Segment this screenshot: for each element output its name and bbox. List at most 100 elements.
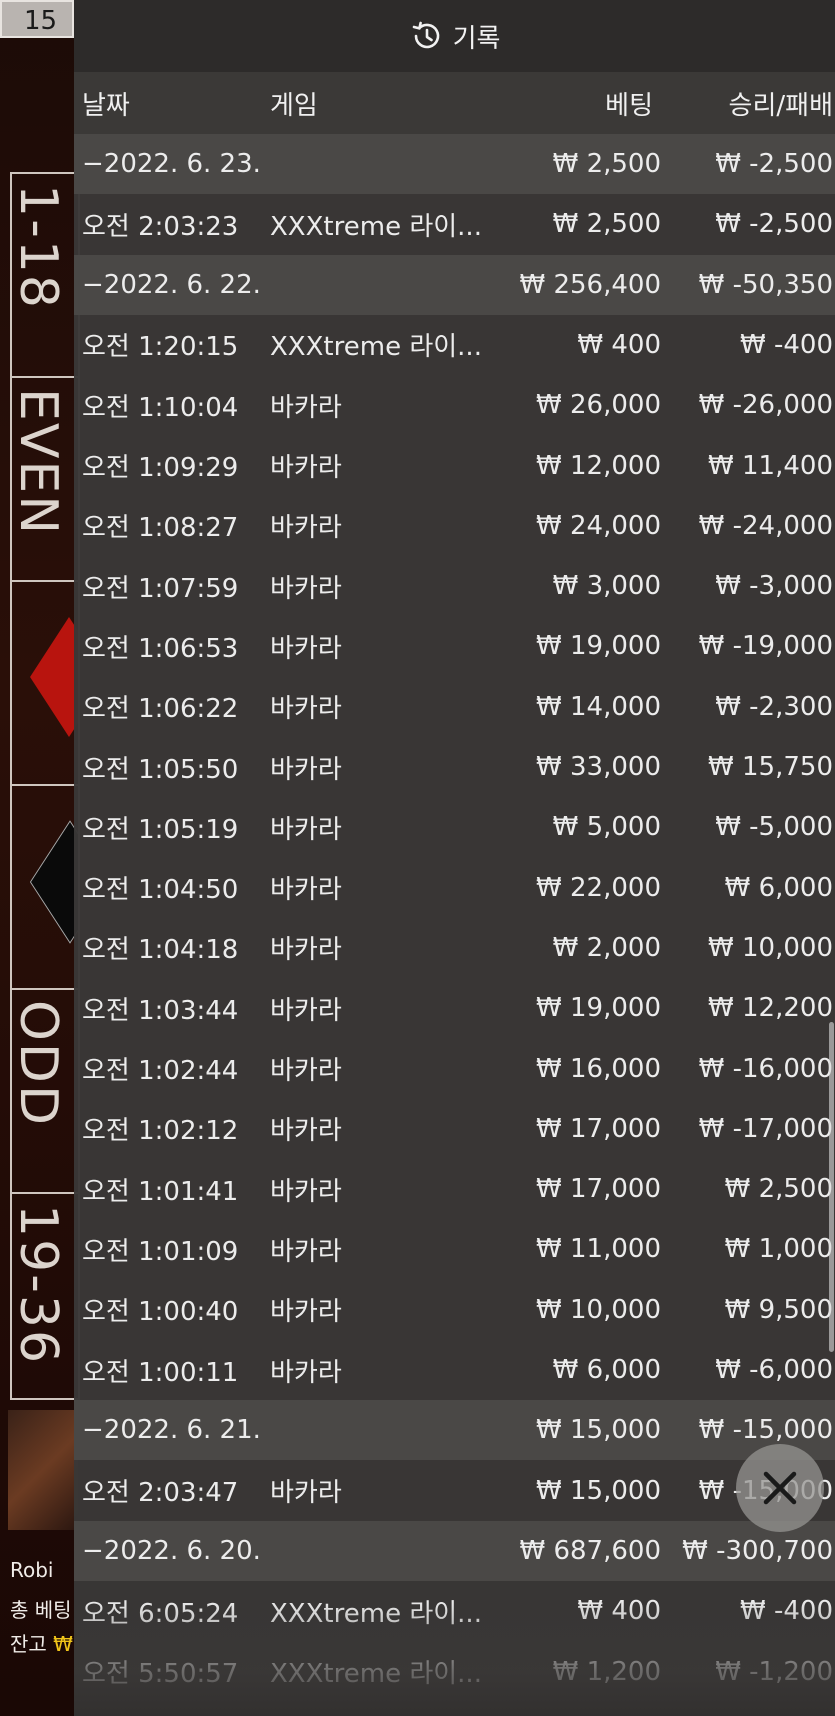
scrollbar[interactable] [829, 1022, 834, 1352]
panel-header: 기록 [74, 0, 835, 72]
bet-spot-red[interactable] [12, 582, 78, 786]
history-row[interactable]: 오전 2:03:47바카라₩ 15,000₩ -15,000 [74, 1461, 835, 1521]
row-result: ₩ -24,000 [698, 510, 833, 541]
group-date: −2022. 6. 22. [82, 269, 261, 300]
row-bet: ₩ 687,600 [519, 1535, 662, 1566]
history-row[interactable]: 오전 1:08:27 바카라 ₩ 24,000 ₩ -24,000 [74, 496, 835, 556]
history-row[interactable]: 오전 1:05:19 바카라 ₩ 5,000 ₩ -5,000 [74, 797, 835, 857]
column-header-game: 게임 [270, 90, 318, 121]
row-game: XXXtreme 라이... [270, 1659, 482, 1689]
row-bet: ₩ 400 [577, 1596, 661, 1627]
row-result: ₩ -2,500 [715, 209, 833, 240]
betting-board: 1-18 EVEN ODD 19-36 [10, 172, 80, 1400]
row-game: 바카라 [270, 754, 342, 785]
row-game: 바카라 [270, 1297, 342, 1328]
row-result: ₩ -400 [740, 329, 833, 360]
black-diamond-icon [29, 820, 78, 944]
bet-spot-label: 1-18 [12, 184, 68, 311]
row-time: 오전 1:05:50 [82, 754, 239, 785]
row-result: ₩ -5,000 [715, 812, 833, 843]
row-time: 오전 1:00:11 [82, 1357, 239, 1388]
bet-spot-black[interactable] [12, 786, 78, 990]
row-result: ₩ -26,000 [698, 390, 833, 421]
history-row[interactable]: 오전 1:05:50 바카라 ₩ 33,000 ₩ 15,750 [74, 737, 835, 797]
group-date: −2022. 6. 23. [82, 149, 261, 179]
history-row[interactable]: 오전 1:01:09 바카라 ₩ 11,000 ₩ 1,000 [74, 1219, 835, 1279]
row-bet: ₩ 2,500 [552, 209, 661, 240]
row-bet: ₩ 15,000 [536, 1475, 661, 1506]
history-row[interactable]: 오전 1:20:15 XXXtreme 라이... ₩ 400 ₩ -400 [74, 315, 835, 375]
bet-spot-label: EVEN [12, 388, 68, 537]
date-group-row[interactable]: −2022. 6. 22. ₩ 256,400 ₩ -50,350 [74, 254, 835, 315]
row-result: ₩ 10,000 [708, 932, 833, 963]
row-time: 오전 1:04:50 [82, 875, 239, 906]
history-row[interactable]: 오전 1:09:29 바카라 ₩ 12,000 ₩ 11,400 [74, 436, 835, 496]
row-result: ₩ 2,500 [724, 1174, 833, 1205]
row-time: 오전 1:03:44 [82, 995, 239, 1026]
row-bet: ₩ 17,000 [536, 1113, 661, 1144]
row-game [270, 255, 490, 315]
history-row[interactable]: 오전 1:10:04 바카라 ₩ 26,000 ₩ -26,000 [74, 375, 835, 435]
history-row[interactable]: 오전 2:03:23 XXXtreme 라이... ₩ 2,500 ₩ -2,500 [74, 194, 835, 254]
bet-spot-1-18[interactable]: 1-18 [12, 174, 78, 378]
history-row[interactable]: 오전 5:50:57 XXXtreme 라이... ₩ 1,200 ₩ -1,200 [74, 1642, 835, 1702]
close-button[interactable] [736, 1444, 824, 1532]
player-name: Robi [10, 1558, 54, 1582]
bet-spot-even[interactable]: EVEN [12, 378, 78, 582]
row-time: 오전 1:04:18 [82, 935, 239, 966]
row-time: 오전 1:06:22 [82, 694, 239, 725]
history-row[interactable]: 오전 1:06:22 바카라 ₩ 14,000 ₩ -2,300 [74, 677, 835, 737]
row-game: 바카라 [270, 633, 342, 664]
history-row[interactable]: 오전 1:06:53 바카라 ₩ 19,000 ₩ -19,000 [74, 616, 835, 676]
column-header-result: 승리/패배 [728, 90, 833, 121]
row-bet: ₩ 3,000 [552, 571, 661, 602]
row-result: ₩ 1,000 [724, 1234, 833, 1265]
row-bet: ₩ 19,000 [536, 631, 661, 662]
group-date: −2022. 6. 21. [82, 1415, 261, 1446]
history-row[interactable]: 오전 1:01:41 바카라 ₩ 17,000 ₩ 2,500 [74, 1159, 835, 1219]
row-bet: ₩ 12,000 [536, 450, 661, 481]
row-game: 바카라 [270, 392, 342, 423]
row-game: 바카라 [270, 694, 342, 725]
history-row[interactable]: 오전 1:02:44 바카라 ₩ 16,000 ₩ -16,000 [74, 1039, 835, 1099]
bet-spot-odd[interactable]: ODD [12, 990, 78, 1194]
row-game: 바카라 [270, 875, 342, 906]
date-group-row[interactable]: −2022. 6. 23. ₩ 2,500 ₩ -2,500 [74, 134, 835, 194]
panel-title: 기록 [452, 23, 501, 54]
column-header-date: 날짜 [82, 90, 130, 121]
row-time: 오전 1:06:53 [82, 633, 239, 664]
row-game: 바카라 [270, 1357, 342, 1388]
group-date: −2022. 6. 20. [82, 1535, 261, 1566]
row-game [270, 1521, 490, 1581]
row-result: ₩ 11,400 [708, 450, 833, 481]
row-result: ₩ -17,000 [698, 1113, 833, 1144]
history-row[interactable]: 오전 1:04:50 바카라 ₩ 22,000 ₩ 6,000 [74, 858, 835, 918]
row-result: ₩ -16,000 [698, 1053, 833, 1084]
total-bet-label: 총 베팅 [10, 1598, 72, 1622]
row-bet: ₩ 19,000 [536, 993, 661, 1024]
row-time: 오전 1:02:12 [82, 1116, 239, 1147]
row-bet: ₩ 1,200 [552, 1656, 661, 1687]
row-bet: ₩ 10,000 [536, 1294, 661, 1325]
row-time: 오전 1:01:09 [82, 1236, 239, 1267]
row-bet: ₩ 11,000 [536, 1234, 661, 1265]
row-bet: ₩ 16,000 [536, 1053, 661, 1084]
history-row[interactable]: 오전 6:05:24 XXXtreme 라이... ₩ 400 ₩ -400 [74, 1581, 835, 1641]
row-bet: ₩ 33,000 [536, 752, 661, 782]
bet-spot-19-36[interactable]: 19-36 [12, 1194, 78, 1398]
row-result: ₩ -3,000 [715, 571, 833, 602]
row-bet: ₩ 6,000 [552, 1355, 661, 1385]
row-game: 바카라 [270, 814, 342, 845]
row-game: XXXtreme 라이... [270, 211, 482, 242]
dealer-thumbnail [8, 1410, 78, 1530]
date-group-row[interactable]: −2022. 6. 21. ₩ 15,000 ₩ -15,000 [74, 1400, 835, 1461]
history-row[interactable]: 오전 1:04:18 바카라 ₩ 2,000 ₩ 10,000 [74, 918, 835, 978]
date-group-row[interactable]: −2022. 6. 20. ₩ 687,600 ₩ -300,700 [74, 1520, 835, 1581]
history-row[interactable]: 오전 1:03:44 바카라 ₩ 19,000 ₩ 12,200 [74, 978, 835, 1038]
row-result: ₩ -300,700 [682, 1535, 833, 1566]
history-row[interactable]: 오전 1:00:11 바카라 ₩ 6,000 ₩ -6,000 [74, 1340, 835, 1400]
history-row[interactable]: 오전 1:02:12 바카라 ₩ 17,000 ₩ -17,000 [74, 1099, 835, 1159]
row-game: XXXtreme 라이... [270, 332, 482, 363]
history-row[interactable]: 오전 1:07:59 바카라 ₩ 3,000 ₩ -3,000 [74, 556, 835, 616]
history-row[interactable]: 오전 1:00:40 바카라 ₩ 10,000 ₩ 9,500 [74, 1280, 835, 1340]
